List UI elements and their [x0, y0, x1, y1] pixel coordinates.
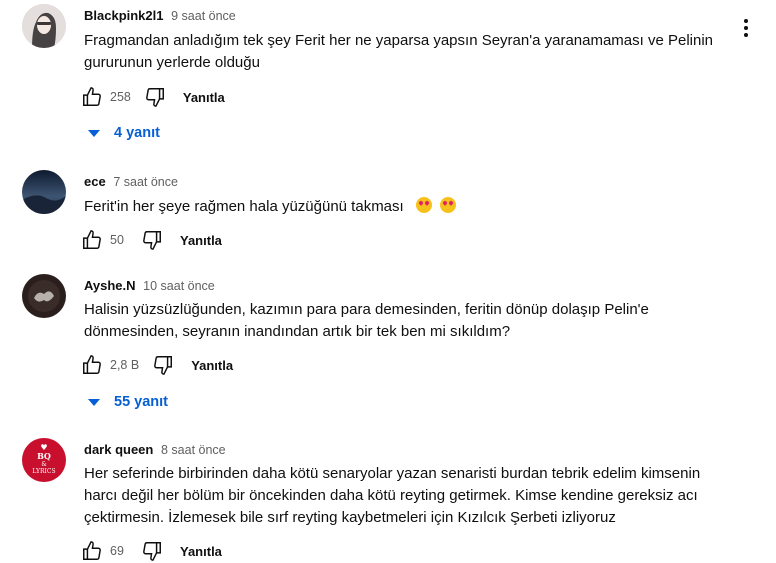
comment-3: Ayshe.N 10 saat önce Halisin yüzsüzlüğun… — [0, 272, 776, 422]
comment-text: Ferit'in her şeye rağmen hala yüzüğünü t… — [84, 198, 404, 215]
avatar[interactable]: ♥ BQ & LYRICS — [22, 438, 66, 482]
comment-header: dark queen 8 saat önce — [84, 442, 226, 457]
timestamp[interactable]: 7 saat önce — [113, 175, 178, 189]
comment-2: ece 7 saat önce Ferit'in her şeye rağmen… — [0, 168, 776, 258]
reply-button[interactable]: Yanıtla — [191, 358, 233, 373]
more-vert-icon[interactable] — [736, 14, 756, 42]
heart-eyes-emoji — [440, 197, 457, 213]
reply-button[interactable]: Yanıtla — [180, 233, 222, 248]
comment-actions: 2,8 B Yanıtla — [80, 353, 233, 377]
replies-count: 4 yanıt — [114, 125, 160, 141]
author-name[interactable]: Ayshe.N — [84, 278, 136, 293]
like-icon[interactable] — [80, 85, 104, 109]
comment-text-row: Ferit'in her şeye rağmen hala yüzüğünü t… — [84, 196, 734, 218]
comment-actions: 50 Yanıtla — [80, 228, 222, 252]
dislike-icon[interactable] — [151, 353, 175, 377]
timestamp[interactable]: 8 saat önce — [161, 443, 226, 457]
star-struck-emoji — [415, 197, 432, 213]
reply-button[interactable]: Yanıtla — [183, 90, 225, 105]
like-icon[interactable] — [80, 539, 104, 563]
comment-1: Blackpink2l1 9 saat önce Fragmandan anla… — [0, 0, 776, 150]
like-count: 69 — [110, 544, 124, 558]
author-name[interactable]: dark queen — [84, 442, 153, 457]
avatar[interactable] — [22, 274, 66, 318]
replies-toggle[interactable]: 4 yanıt — [88, 125, 160, 141]
timestamp[interactable]: 9 saat önce — [171, 9, 236, 23]
replies-count: 55 yanıt — [114, 394, 168, 410]
author-name[interactable]: ece — [84, 174, 106, 189]
comment-header: Ayshe.N 10 saat önce — [84, 278, 215, 293]
expand-triangle-icon — [88, 129, 100, 137]
author-name[interactable]: Blackpink2l1 — [84, 8, 164, 23]
like-count: 2,8 B — [110, 358, 140, 372]
comment-text: Fragmandan anladığım tek şey Ferit her n… — [84, 32, 714, 71]
like-count: 258 — [110, 90, 131, 104]
like-icon[interactable] — [80, 228, 104, 252]
comment-text: Her seferinde birbirinden daha kötü sena… — [84, 465, 701, 526]
avatar-text: BQ — [37, 451, 51, 461]
dislike-icon[interactable] — [143, 85, 167, 109]
comment-header: ece 7 saat önce — [84, 174, 178, 189]
comment-4: ♥ BQ & LYRICS dark queen 8 saat önce Her… — [0, 436, 776, 563]
comment-actions: 258 Yanıtla — [80, 85, 225, 109]
expand-triangle-icon — [88, 398, 100, 406]
dislike-icon[interactable] — [140, 539, 164, 563]
like-count: 50 — [110, 233, 124, 247]
avatar-text: & — [41, 461, 47, 468]
comment-header: Blackpink2l1 9 saat önce — [84, 8, 236, 23]
like-icon[interactable] — [80, 353, 104, 377]
avatar[interactable] — [22, 170, 66, 214]
timestamp[interactable]: 10 saat önce — [143, 279, 215, 293]
reply-button[interactable]: Yanıtla — [180, 544, 222, 559]
dislike-icon[interactable] — [140, 228, 164, 252]
avatar[interactable] — [22, 4, 66, 48]
replies-toggle[interactable]: 55 yanıt — [88, 394, 168, 410]
comment-actions: 69 Yanıtla — [80, 539, 222, 563]
avatar-text: LYRICS — [32, 468, 56, 475]
comment-text: Halisin yüzsüzlüğunden, kazımın para par… — [84, 301, 649, 340]
